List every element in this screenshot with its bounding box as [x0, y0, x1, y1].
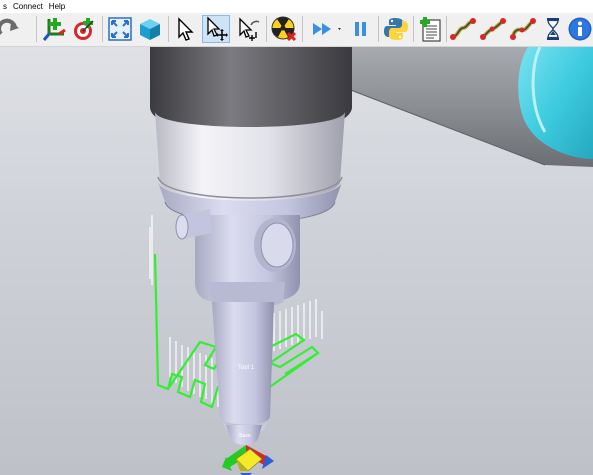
robot-scene: Tool 1 Base: [149, 47, 593, 475]
add-program-icon[interactable]: [416, 15, 444, 43]
3d-viewport[interactable]: Tool 1 Base: [0, 47, 593, 475]
move-joint-icon[interactable]: [449, 15, 477, 43]
menu-help[interactable]: Help: [46, 0, 68, 13]
fit-all-icon[interactable]: [106, 15, 134, 43]
tool-label: Tool 1: [238, 365, 255, 371]
menu-connect[interactable]: Connect: [10, 0, 46, 13]
frame-label: Base: [239, 433, 251, 439]
add-target-icon[interactable]: [70, 15, 98, 43]
radiation-collision-icon[interactable]: [270, 15, 298, 43]
pause-icon[interactable]: [346, 15, 374, 43]
menu-bar: s Connect Help: [0, 0, 593, 13]
toolbar-separator: [413, 16, 414, 42]
add-object-icon[interactable]: [136, 15, 164, 43]
tool-nozzle[interactable]: Tool 1: [212, 302, 274, 445]
pause-hourglass-icon[interactable]: [539, 15, 567, 43]
add-reference-frame-icon[interactable]: [40, 15, 68, 43]
menu-file[interactable]: s: [0, 0, 10, 13]
redo-icon[interactable]: [0, 15, 22, 43]
toolbar: [0, 13, 593, 47]
robot-wrist[interactable]: [150, 47, 352, 223]
move-linear-icon[interactable]: [479, 15, 507, 43]
select-move-icon[interactable]: [202, 15, 230, 43]
toolbar-separator: [378, 16, 379, 42]
toolbar-separator: [302, 16, 303, 42]
toolbar-separator: [168, 16, 169, 42]
move-circular-icon[interactable]: [509, 15, 537, 43]
toolbar-separator: [446, 16, 447, 42]
toolbar-separator: [266, 16, 267, 42]
python-icon[interactable]: [382, 15, 410, 43]
select-rotate-icon[interactable]: [234, 15, 262, 43]
select-icon[interactable]: [172, 15, 200, 43]
info-icon[interactable]: [566, 15, 593, 43]
toolbar-separator: [102, 16, 103, 42]
fast-forward-icon[interactable]: [310, 15, 344, 43]
tool-housing[interactable]: [175, 209, 300, 308]
toolbar-separator: [36, 16, 37, 42]
